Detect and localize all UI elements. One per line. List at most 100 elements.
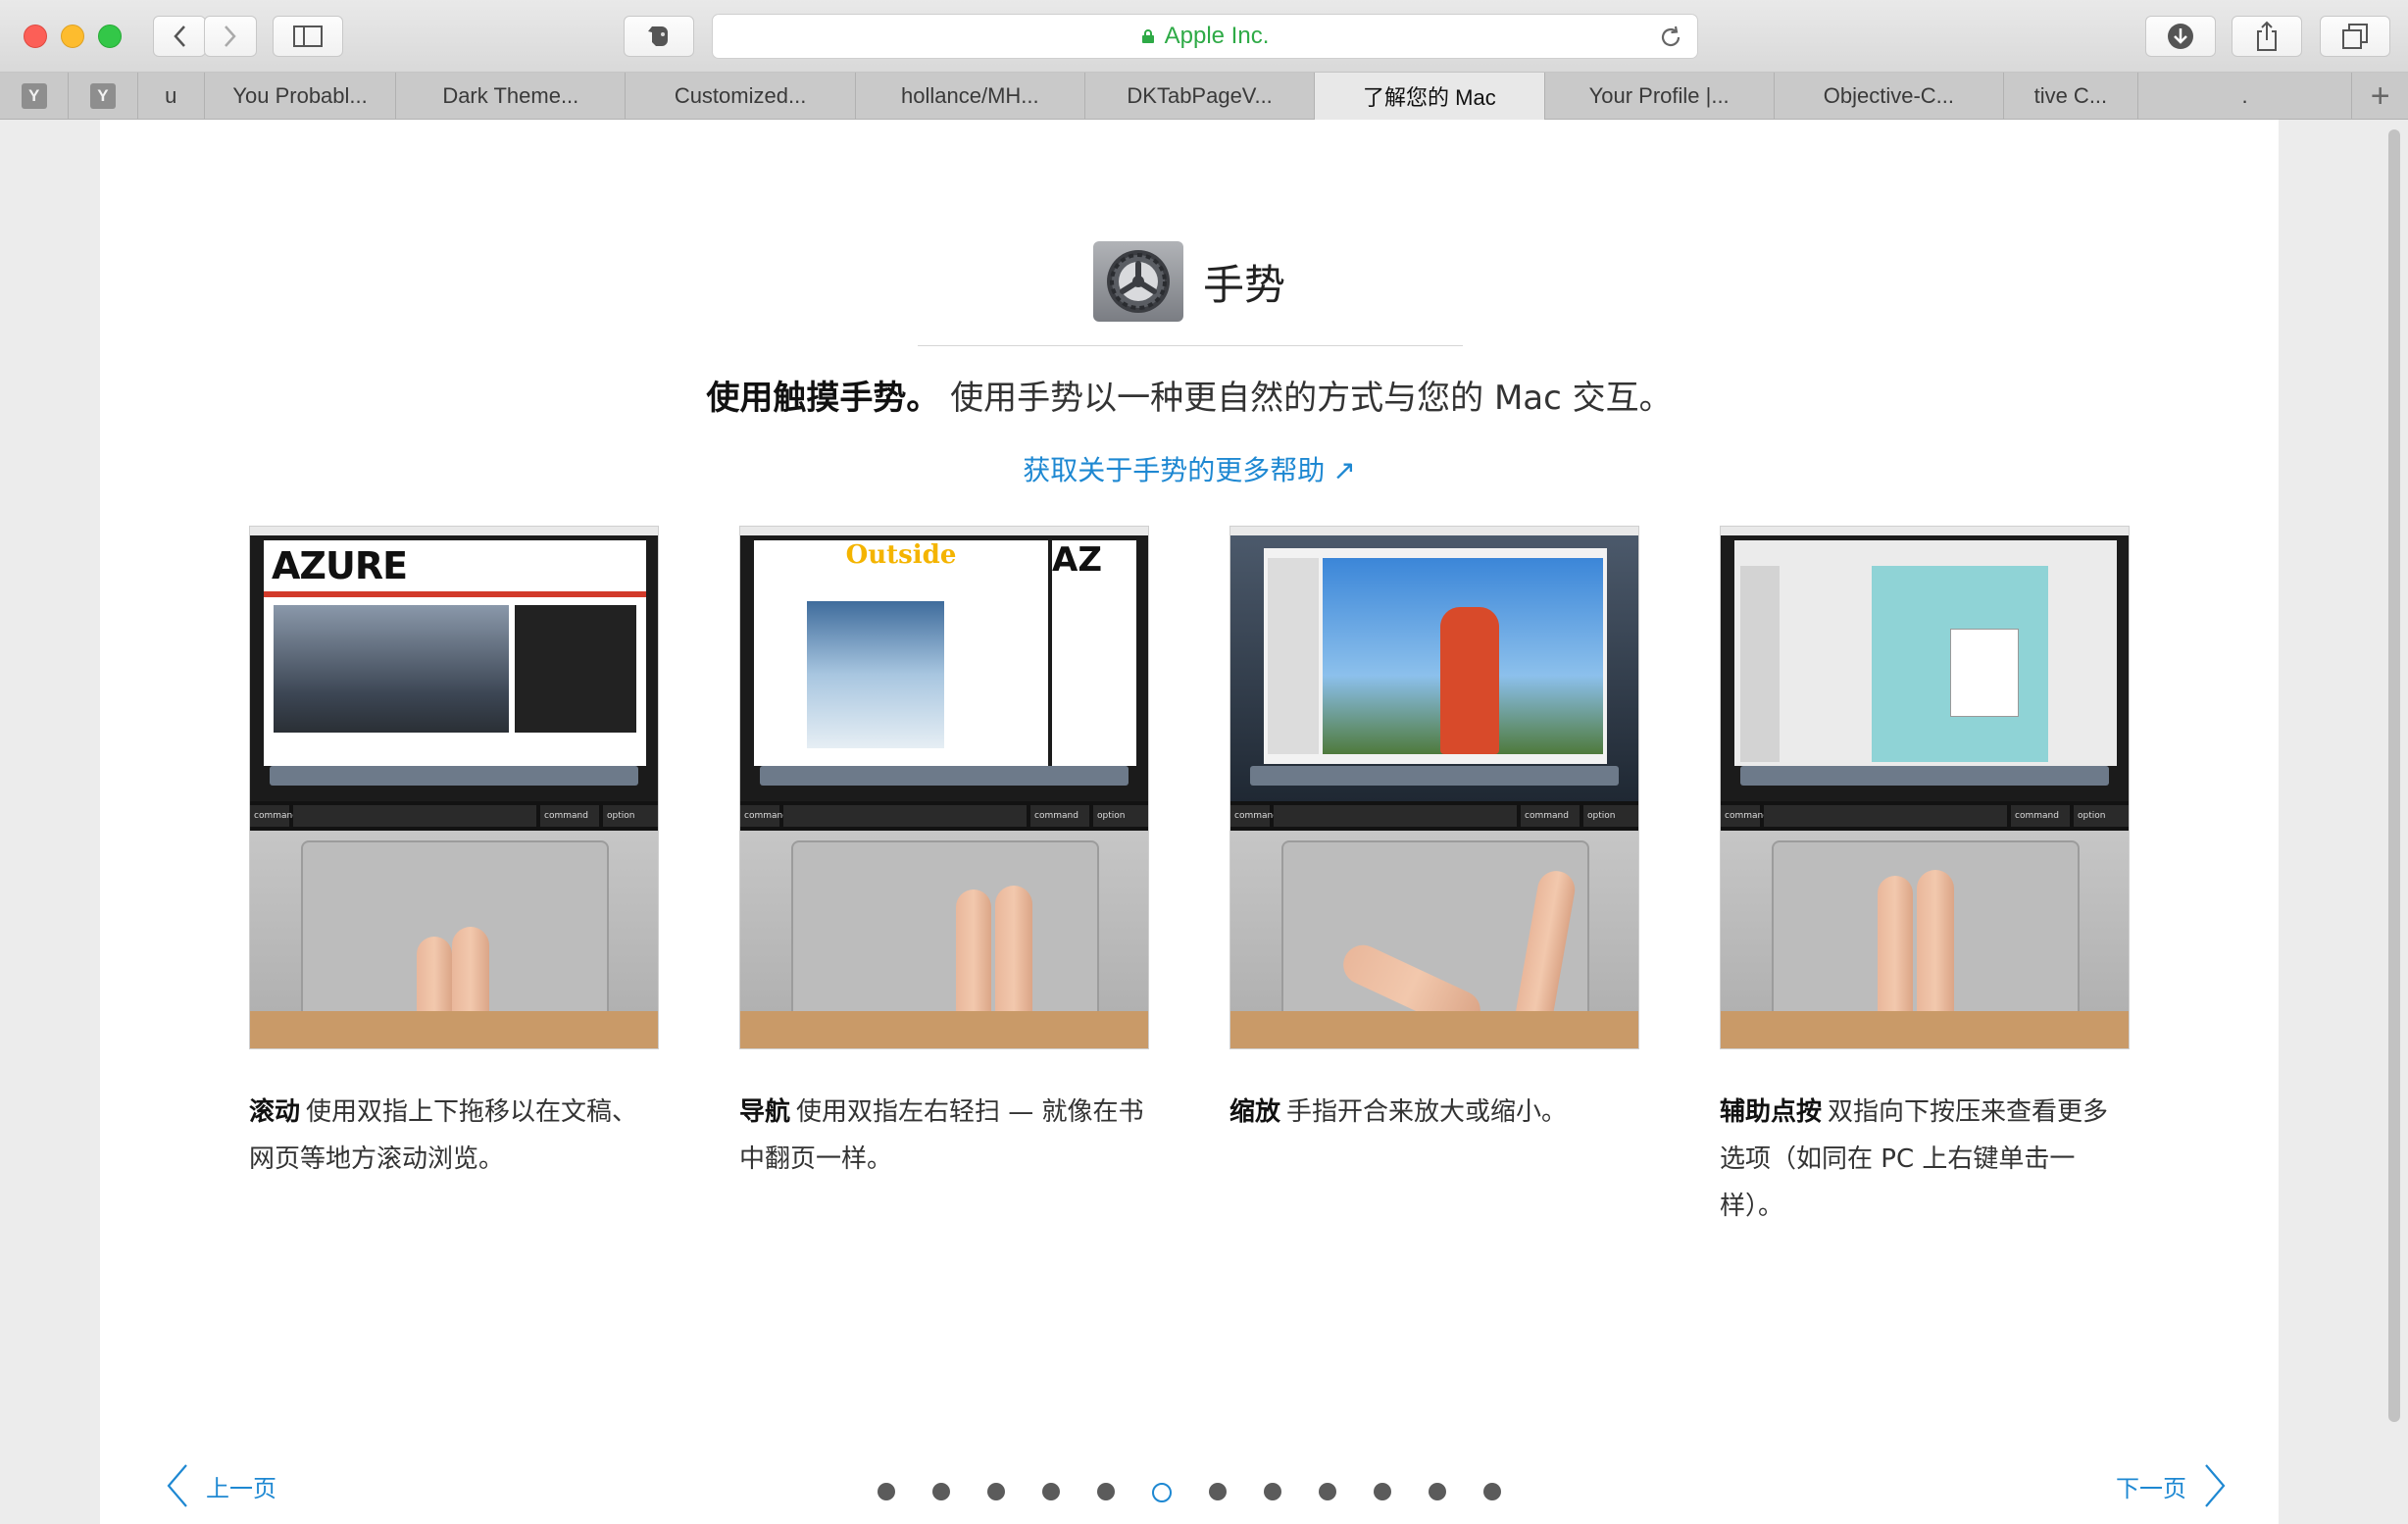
tab-label: Dark Theme... [442,83,579,108]
pagination-dots [100,1483,2279,1502]
card-text: 使用双指左右轻扫 — 就像在书中翻页一样。 [739,1097,1144,1174]
secondary-click-gesture-image: command command option [1720,526,2130,1049]
gesture-card-zoom: command command option 缩放 手指开合来放大或缩小。 [1229,526,1639,1136]
tab[interactable]: You Probabl... [205,73,397,120]
tab[interactable]: Customized... [626,73,856,120]
lock-icon [1141,29,1154,43]
tab-label: DKTabPageV... [1127,83,1273,108]
evernote-icon [648,26,668,46]
tab[interactable]: u [138,73,205,120]
page-dot[interactable] [1097,1483,1115,1500]
page-dot[interactable] [1042,1483,1060,1500]
page-dot[interactable] [1429,1483,1446,1500]
tab[interactable]: tive C... [2004,73,2138,120]
minimize-window-button[interactable] [61,25,84,48]
window-toolbar: Apple Inc. [0,0,2408,73]
share-button[interactable] [2232,16,2302,57]
chevron-right-icon [2205,1464,2226,1507]
evernote-extension-button[interactable] [624,16,694,57]
sidebar-toggle-button[interactable] [273,16,343,57]
help-link-text: 获取关于手势的更多帮助 [1023,454,1326,486]
gesture-card-secondary-click: command command option 辅助点按 双指向下按压来查看更多选项… [1720,526,2130,1230]
gesture-cards: AZURE command command option 滚动 使用双指上下拖移… [249,526,2132,1221]
card-description: 滚动 使用双指上下拖移以在文稿、网页等地方滚动浏览。 [249,1089,659,1183]
gesture-card-scroll: AZURE command command option 滚动 使用双指上下拖移… [249,526,659,1183]
reload-icon[interactable] [1658,25,1683,50]
card-heading: 导航 [739,1097,791,1127]
chevron-left-icon [174,25,185,47]
next-page-label: 下一页 [2116,1474,2186,1502]
card-heading: 辅助点按 [1720,1097,1823,1127]
back-button[interactable] [153,16,206,57]
scrollbar-thumb[interactable] [2388,129,2400,1422]
url-text: Apple Inc. [1164,23,1270,49]
external-link-arrow-icon: ↗ [1332,454,1356,486]
tab[interactable]: hollance/MH... [856,73,1085,120]
zoom-window-button[interactable] [98,25,122,48]
sidebar-icon [293,25,323,47]
tabs-icon [2342,24,2368,49]
page-subtitle: 使用触摸手势。 使用手势以一种更自然的方式与您的 Mac 交互。 [100,371,2279,419]
tab-label: tive C... [2033,83,2108,108]
tab-overview-button[interactable] [2320,16,2390,57]
tab-label: Your Profile |... [1588,83,1730,108]
tab[interactable]: Your Profile |... [1545,73,1775,120]
card-heading: 滚动 [249,1097,301,1127]
pinned-tab[interactable]: Y [0,73,70,120]
share-icon [2257,21,2277,51]
card-text: 手指开合来放大或缩小。 [1286,1097,1568,1127]
tab-label: Objective-C... [1823,83,1955,108]
page-dot[interactable] [1209,1483,1227,1500]
hacker-news-icon: Y [21,83,47,109]
forward-button[interactable] [204,16,257,57]
page-header: 手势 [100,241,2279,322]
chevron-right-icon [225,25,236,47]
download-icon [2168,24,2193,49]
tab-overflow[interactable]: . [2138,73,2353,120]
pinned-tab[interactable]: Y [69,73,138,120]
card-heading: 缩放 [1229,1097,1281,1127]
tab[interactable]: Objective-C... [1775,73,2005,120]
page-dot[interactable] [878,1483,895,1500]
tab-label: You Probabl... [232,83,368,108]
page-dot[interactable] [932,1483,950,1500]
tab-bar: Y Y u You Probabl... Dark Theme... Custo… [0,73,2408,120]
gesture-card-navigate: Outside AZ command command option 导航 使用双… [739,526,1149,1183]
page-dot[interactable] [1483,1483,1501,1500]
tab-label: 了解您的 Mac [1363,85,1496,110]
address-bar[interactable]: Apple Inc. [712,14,1698,59]
card-description: 辅助点按 双指向下按压来查看更多选项（如同在 PC 上右键单击一样）。 [1720,1089,2130,1230]
page-title: 手势 [1202,260,1285,309]
card-description: 缩放 手指开合来放大或缩小。 [1229,1089,1639,1136]
scroll-gesture-image: AZURE command command option [249,526,659,1049]
subtitle-text: 使用手势以一种更自然的方式与您的 Mac 交互。 [950,379,1673,418]
downloads-button[interactable] [2145,16,2216,57]
gear-icon [1106,250,1170,313]
next-page-link[interactable]: 下一页 [2116,1463,2228,1508]
tab-label: u [165,83,177,108]
tab-active[interactable]: 了解您的 Mac [1315,73,1545,120]
title-divider [918,345,1463,346]
page-dot-current[interactable] [1152,1483,1172,1502]
card-text: 使用双指上下拖移以在文稿、网页等地方滚动浏览。 [249,1097,638,1174]
card-description: 导航 使用双指左右轻扫 — 就像在书中翻页一样。 [739,1089,1149,1183]
page-dot[interactable] [1264,1483,1281,1500]
tab[interactable]: DKTabPageV... [1085,73,1316,120]
page-dot[interactable] [987,1483,1005,1500]
page-dot[interactable] [1374,1483,1391,1500]
tab-label: hollance/MH... [901,83,1039,108]
tab[interactable]: Dark Theme... [396,73,627,120]
subtitle-bold: 使用触摸手势。 [706,379,940,418]
page-dot[interactable] [1319,1483,1336,1500]
zoom-gesture-image: command command option [1229,526,1639,1049]
tab-label: Customized... [674,83,807,108]
plus-icon: + [2370,76,2390,115]
close-window-button[interactable] [24,25,47,48]
hacker-news-icon: Y [89,83,116,109]
vertical-scrollbar[interactable] [2379,120,2408,1524]
help-link[interactable]: 获取关于手势的更多帮助 ↗ [100,449,2279,488]
system-preferences-icon [1092,241,1183,322]
page-content: 手势 使用触摸手势。 使用手势以一种更自然的方式与您的 Mac 交互。 获取关于… [100,120,2279,1524]
new-tab-button[interactable]: + [2352,73,2408,120]
navigate-gesture-image: Outside AZ command command option [739,526,1149,1049]
